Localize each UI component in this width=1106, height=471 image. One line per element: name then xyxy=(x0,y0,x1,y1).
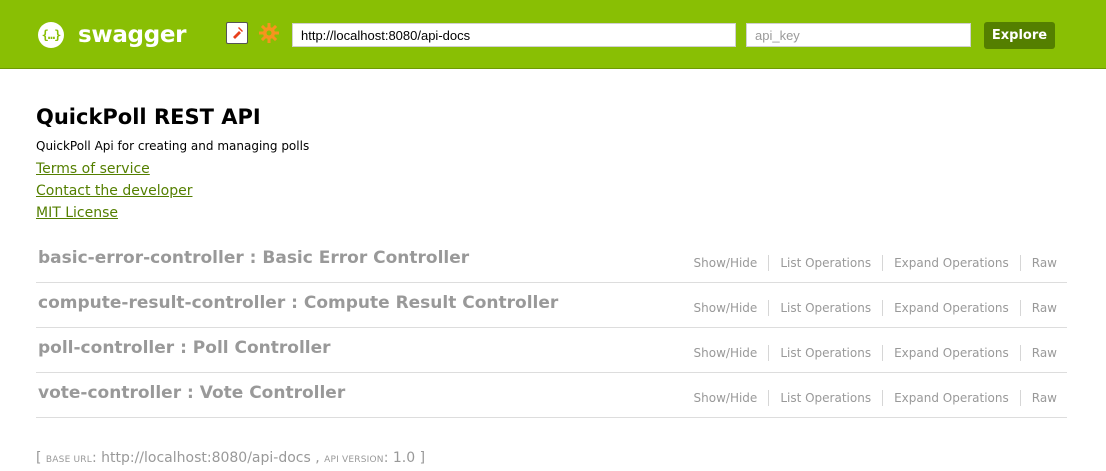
api-version-value: : 1.0 ] xyxy=(383,450,426,466)
divider xyxy=(768,255,770,271)
expand-operations-link[interactable]: Expand Operations xyxy=(894,256,1009,270)
list-operations-link[interactable]: List Operations xyxy=(780,301,871,315)
expand-operations-link[interactable]: Expand Operations xyxy=(894,346,1009,360)
resource-row: poll-controller : Poll Controller Show/H… xyxy=(36,328,1067,373)
expand-operations-link[interactable]: Expand Operations xyxy=(894,391,1009,405)
swagger-logo-icon: {…} xyxy=(38,22,64,48)
divider xyxy=(882,390,884,406)
list-operations-link[interactable]: List Operations xyxy=(780,256,871,270)
api-key-input[interactable] xyxy=(746,23,971,47)
terms-of-service-link[interactable]: Terms of service xyxy=(36,158,309,180)
api-url-input[interactable] xyxy=(292,23,736,47)
list-operations-link[interactable]: List Operations xyxy=(780,391,871,405)
show-hide-link[interactable]: Show/Hide xyxy=(694,391,758,405)
divider xyxy=(1019,255,1021,271)
api-footer: [ Base URL: http://localhost:8080/api-do… xyxy=(36,450,425,466)
divider xyxy=(1019,390,1021,406)
divider xyxy=(768,390,770,406)
divider xyxy=(768,300,770,316)
raw-link[interactable]: Raw xyxy=(1032,391,1057,405)
explore-button[interactable]: Explore xyxy=(984,22,1055,49)
edit-icon[interactable] xyxy=(226,22,248,44)
resource-operations: Show/Hide List Operations Expand Operati… xyxy=(694,300,1057,316)
contact-developer-link[interactable]: Contact the developer xyxy=(36,180,309,202)
show-hide-link[interactable]: Show/Hide xyxy=(694,346,758,360)
info-links: Terms of service Contact the developer M… xyxy=(36,158,309,224)
base-url-value: : http://localhost:8080/api-docs , xyxy=(91,450,325,466)
swagger-logo-text: swagger xyxy=(78,22,187,48)
raw-link[interactable]: Raw xyxy=(1032,301,1057,315)
footer-open-bracket: [ xyxy=(36,450,46,466)
api-version-label: API Version xyxy=(324,455,384,465)
raw-link[interactable]: Raw xyxy=(1032,346,1057,360)
divider xyxy=(882,345,884,361)
api-description: QuickPoll Api for creating and managing … xyxy=(36,139,310,153)
show-hide-link[interactable]: Show/Hide xyxy=(694,256,758,270)
expand-operations-link[interactable]: Expand Operations xyxy=(894,301,1009,315)
page-title: QuickPoll REST API xyxy=(36,105,261,129)
list-operations-link[interactable]: List Operations xyxy=(780,346,871,360)
resource-row: basic-error-controller : Basic Error Con… xyxy=(36,238,1067,283)
resource-operations: Show/Hide List Operations Expand Operati… xyxy=(694,255,1057,271)
divider xyxy=(882,300,884,316)
resource-row: vote-controller : Vote Controller Show/H… xyxy=(36,373,1067,418)
divider xyxy=(1019,345,1021,361)
raw-link[interactable]: Raw xyxy=(1032,256,1057,270)
divider xyxy=(882,255,884,271)
resource-title[interactable]: basic-error-controller : Basic Error Con… xyxy=(38,248,469,268)
gear-icon[interactable] xyxy=(257,21,281,45)
swagger-logo[interactable]: {…} swagger xyxy=(38,20,187,50)
resource-operations: Show/Hide List Operations Expand Operati… xyxy=(694,345,1057,361)
show-hide-link[interactable]: Show/Hide xyxy=(694,301,758,315)
resource-title[interactable]: compute-result-controller : Compute Resu… xyxy=(38,293,558,313)
resource-title[interactable]: vote-controller : Vote Controller xyxy=(38,383,345,403)
resource-row: compute-result-controller : Compute Resu… xyxy=(36,283,1067,328)
resource-title[interactable]: poll-controller : Poll Controller xyxy=(38,338,331,358)
top-bar: {…} swagger Explore xyxy=(0,0,1106,69)
base-url-label: Base URL xyxy=(45,455,92,465)
resource-operations: Show/Hide List Operations Expand Operati… xyxy=(694,390,1057,406)
divider xyxy=(1019,300,1021,316)
api-info: QuickPoll REST API QuickPoll Api for cre… xyxy=(36,104,309,224)
divider xyxy=(768,345,770,361)
license-link[interactable]: MIT License xyxy=(36,202,309,224)
resource-list: basic-error-controller : Basic Error Con… xyxy=(36,238,1067,418)
